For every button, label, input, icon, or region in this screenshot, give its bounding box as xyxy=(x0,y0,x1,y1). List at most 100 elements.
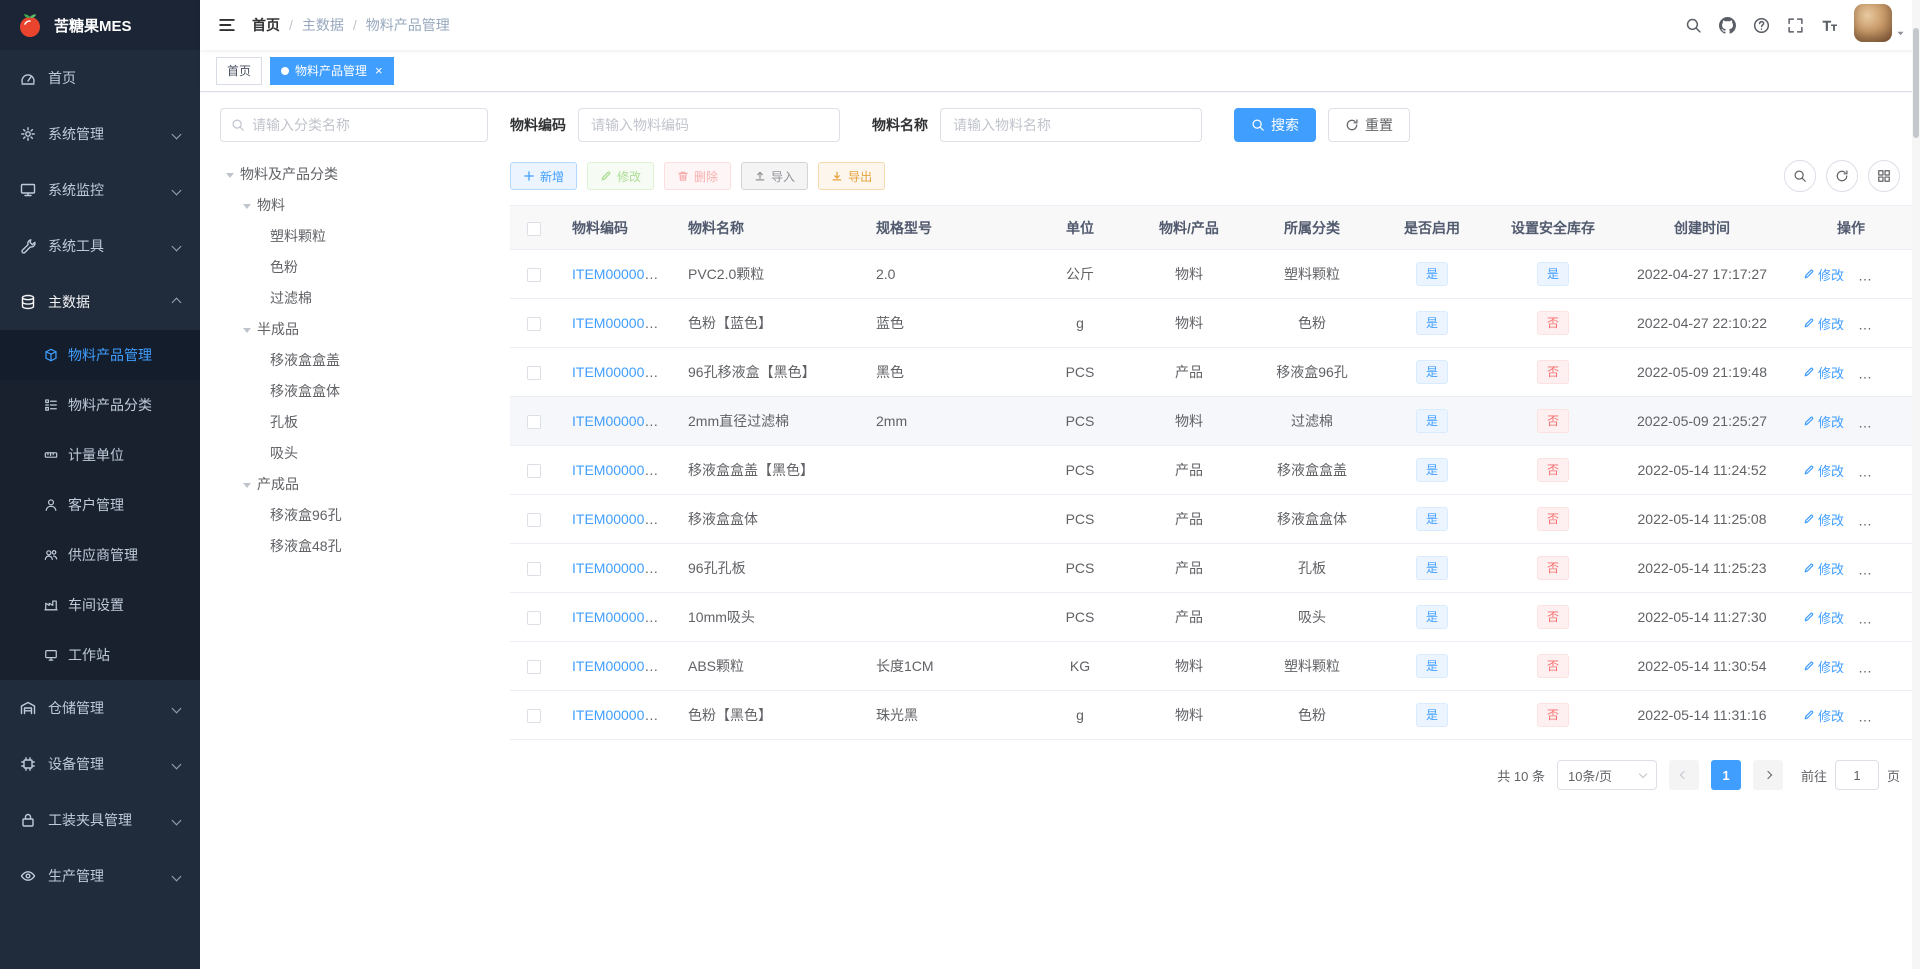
edit-link[interactable]: 修改 xyxy=(1803,363,1844,382)
sidebar-item[interactable]: 生产管理 xyxy=(0,848,200,904)
edit-link[interactable]: 修改 xyxy=(1803,657,1844,676)
edit-link[interactable]: 修改 xyxy=(1803,559,1844,578)
item-code-link[interactable]: ITEM00000046 xyxy=(572,364,668,380)
tree-expand-caret[interactable] xyxy=(243,203,251,209)
user-menu[interactable] xyxy=(1854,4,1906,46)
item-code-link[interactable]: ITEM00000054 xyxy=(572,609,668,625)
code-filter-input[interactable] xyxy=(578,108,840,142)
新增-button[interactable]: 新增 xyxy=(510,162,578,190)
table-row[interactable]: ITEM00000055 ABS颗粒 长度1CM KG 物料 塑料颗粒 是 否 2022-05-… xyxy=(510,641,1916,691)
navbar-tool[interactable] xyxy=(1778,0,1812,50)
tree-search-input[interactable] xyxy=(252,117,477,133)
tree-node[interactable]: 物料 xyxy=(220,189,488,220)
prev-page-button[interactable] xyxy=(1668,760,1699,790)
select-all-checkbox[interactable] xyxy=(527,221,541,236)
columns-button[interactable] xyxy=(1868,160,1900,192)
row-checkbox[interactable] xyxy=(527,415,541,430)
item-code-link[interactable]: ITEM00000052 xyxy=(572,511,668,527)
navbar-tool[interactable] xyxy=(1676,0,1710,50)
tree-node[interactable]: 半成品 xyxy=(220,313,488,344)
item-code-link[interactable]: ITEM00000051 xyxy=(572,462,668,478)
row-checkbox[interactable] xyxy=(527,611,541,626)
row-checkbox[interactable] xyxy=(527,709,541,724)
tree-node[interactable]: 塑料颗粒 xyxy=(220,220,488,251)
row-checkbox[interactable] xyxy=(527,562,541,577)
navbar-tool[interactable] xyxy=(1710,0,1744,50)
page-scrollbar[interactable] xyxy=(1912,0,1920,969)
sidebar-subitem[interactable]: 工作站 xyxy=(0,630,200,680)
edit-link[interactable]: 修改 xyxy=(1803,412,1844,431)
search-toggle-button[interactable] xyxy=(1784,160,1816,192)
close-icon[interactable]: × xyxy=(375,64,383,77)
edit-link[interactable]: 修改 xyxy=(1803,314,1844,333)
sidebar-toggle-button[interactable] xyxy=(206,0,248,50)
app-logo[interactable]: 苦糖果MES xyxy=(0,0,200,50)
sidebar-item[interactable]: 设备管理 xyxy=(0,736,200,792)
sidebar-item[interactable]: 系统工具 xyxy=(0,218,200,274)
item-code-link[interactable]: ITEM00000037 xyxy=(572,266,668,282)
tree-node[interactable]: 产成品 xyxy=(220,468,488,499)
name-filter-input[interactable] xyxy=(940,108,1202,142)
row-checkbox[interactable] xyxy=(527,366,541,381)
search-button[interactable]: 搜索 xyxy=(1234,108,1316,142)
avatar[interactable] xyxy=(1854,4,1892,42)
tree-expand-caret[interactable] xyxy=(226,172,234,178)
tree-node[interactable]: 移液盒盒体 xyxy=(220,375,488,406)
breadcrumb-home[interactable]: 首页 xyxy=(252,15,280,35)
navbar-tool[interactable] xyxy=(1812,0,1846,50)
row-checkbox[interactable] xyxy=(527,268,541,283)
导入-button[interactable]: 导入 xyxy=(741,162,809,190)
edit-link[interactable]: 修改 xyxy=(1803,461,1844,480)
edit-link[interactable]: 修改 xyxy=(1803,608,1844,627)
tree-node[interactable]: 移液盒48孔 xyxy=(220,530,488,561)
table-row[interactable]: ITEM00000054 10mm吸头 PCS 产品 吸头 是 否 2022-05-14 11… xyxy=(510,592,1916,642)
breadcrumb-master-data[interactable]: 主数据 xyxy=(302,15,344,35)
修改-button[interactable]: 修改 xyxy=(587,162,655,190)
item-code-link[interactable]: ITEM00000053 xyxy=(572,560,668,576)
reset-button[interactable]: 重置 xyxy=(1328,108,1410,142)
navbar-tool[interactable] xyxy=(1744,0,1778,50)
table-row[interactable]: ITEM00000051 移液盒盒盖【黑色】 PCS 产品 移液盒盒盖 是 否 2022-05… xyxy=(510,445,1916,495)
table-row[interactable]: ITEM00000053 96孔孔板 PCS 产品 孔板 是 否 2022-05-14 11:… xyxy=(510,543,1916,593)
sidebar-item[interactable]: 工装夹具管理 xyxy=(0,792,200,848)
table-row[interactable]: ITEM00000046 96孔移液盒【黑色】 黑色 PCS 产品 移液盒96孔 是 否 202… xyxy=(510,347,1916,397)
item-code-link[interactable]: ITEM00000056 xyxy=(572,707,668,723)
goto-page-input[interactable] xyxy=(1834,760,1879,790)
next-page-button[interactable] xyxy=(1752,760,1783,790)
table-row[interactable]: ITEM00000041 色粉【蓝色】 蓝色 g 物料 色粉 是 否 2022-04-27 22… xyxy=(510,298,1916,348)
sidebar-item[interactable]: 首页 xyxy=(0,50,200,106)
row-checkbox[interactable] xyxy=(527,317,541,332)
删除-button[interactable]: 删除 xyxy=(664,162,732,190)
row-checkbox[interactable] xyxy=(527,464,541,479)
tree-node[interactable]: 移液盒96孔 xyxy=(220,499,488,530)
tree-expand-caret[interactable] xyxy=(243,327,251,333)
tree-node[interactable]: 孔板 xyxy=(220,406,488,437)
tree-expand-caret[interactable] xyxy=(243,482,251,488)
tree-node[interactable]: 移液盒盒盖 xyxy=(220,344,488,375)
tree-node[interactable]: 物料及产品分类 xyxy=(220,158,488,189)
tab-material-product[interactable]: 物料产品管理 × xyxy=(270,56,394,85)
tree-node[interactable]: 过滤棉 xyxy=(220,282,488,313)
sidebar-subitem[interactable]: 客户管理 xyxy=(0,480,200,530)
table-row[interactable]: ITEM00000052 移液盒盒体 PCS 产品 移液盒盒体是否 2022-05-14 … xyxy=(510,494,1916,544)
tree-node[interactable]: 吸头 xyxy=(220,437,488,468)
row-checkbox[interactable] xyxy=(527,660,541,675)
sidebar-subitem[interactable]: 物料产品管理 xyxy=(0,330,200,380)
row-checkbox[interactable] xyxy=(527,513,541,528)
edit-link[interactable]: 修改 xyxy=(1803,510,1844,529)
sidebar-item[interactable]: 主数据 xyxy=(0,274,200,330)
tab-home[interactable]: 首页 xyxy=(216,56,263,85)
item-code-link[interactable]: ITEM00000049 xyxy=(572,413,668,429)
sidebar-item[interactable]: 系统监控 xyxy=(0,162,200,218)
scrollbar-thumb[interactable] xyxy=(1913,28,1919,138)
page-number-1[interactable]: 1 xyxy=(1710,760,1741,790)
tree-node[interactable]: 色粉 xyxy=(220,251,488,282)
refresh-button[interactable] xyxy=(1826,160,1858,192)
edit-link[interactable]: 修改 xyxy=(1803,265,1844,284)
sidebar-subitem[interactable]: 计量单位 xyxy=(0,430,200,480)
item-code-link[interactable]: ITEM00000041 xyxy=(572,315,668,331)
edit-link[interactable]: 修改 xyxy=(1803,706,1844,725)
sidebar-item[interactable]: 系统管理 xyxy=(0,106,200,162)
sidebar-subitem[interactable]: 物料产品分类 xyxy=(0,380,200,430)
table-row[interactable]: ITEM00000037 PVC2.0颗粒 2.0 公斤 物料 塑料颗粒 是 是 2022-04… xyxy=(510,249,1916,299)
